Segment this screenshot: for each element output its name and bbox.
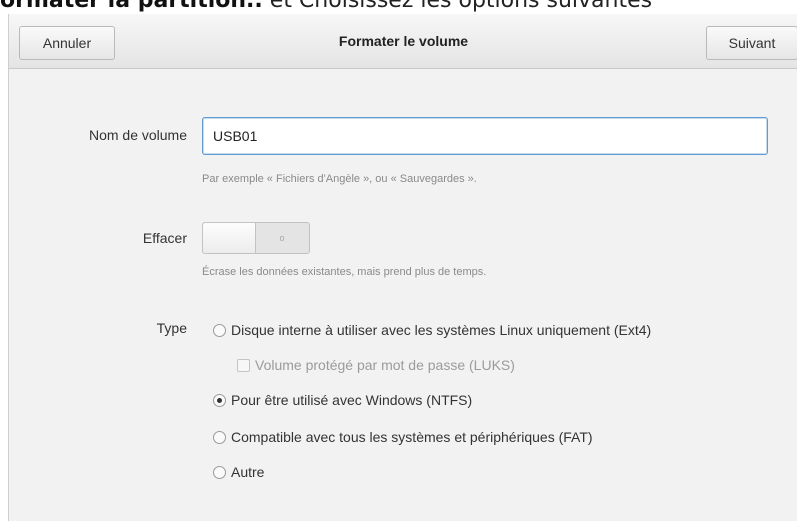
dialog-title: Formater le volume — [338, 33, 469, 49]
radio-ext4[interactable] — [213, 324, 226, 337]
context-heading-rest: et Choisissez les options suivantes — [269, 0, 653, 13]
volume-name-label: Nom de volume — [88, 127, 187, 143]
cancel-button[interactable]: Annuler — [19, 26, 115, 60]
luks-option: Volume protégé par mot de passe (LUKS) — [237, 355, 515, 375]
type-option-other[interactable]: Autre — [213, 462, 264, 482]
type-option-ntfs[interactable]: Pour être utilisé avec Windows (NTFS) — [213, 390, 472, 410]
radio-fat[interactable] — [213, 431, 226, 444]
erase-toggle-knob[interactable] — [203, 223, 256, 253]
type-option-ext4[interactable]: Disque interne à utiliser avec les systè… — [213, 320, 651, 340]
erase-toggle-state: o — [279, 233, 285, 243]
erase-toggle[interactable]: o — [202, 222, 310, 254]
erase-hint: Écrase les données existantes, mais pren… — [202, 266, 487, 278]
radio-ntfs[interactable] — [213, 394, 226, 407]
dialog-headerbar: Annuler Formater le volume Suivant — [9, 14, 797, 69]
erase-label: Effacer — [142, 230, 187, 246]
context-heading: ormater la partition.. et Choisissez les… — [0, 0, 797, 14]
volume-name-hint: Par exemple « Fichiers d'Angèle », ou « … — [202, 173, 477, 185]
type-label: Type — [156, 320, 187, 336]
type-option-fat-label: Compatible avec tous les systèmes et pér… — [231, 429, 593, 445]
format-volume-dialog: Annuler Formater le volume Suivant Nom d… — [8, 14, 797, 521]
type-option-fat[interactable]: Compatible avec tous les systèmes et pér… — [213, 427, 593, 447]
radio-other[interactable] — [213, 466, 226, 479]
type-option-ext4-label: Disque interne à utiliser avec les systè… — [231, 322, 652, 338]
page: ormater la partition.. et Choisissez les… — [0, 0, 797, 521]
checkbox-luks — [237, 359, 250, 372]
context-heading-bold: ormater la partition.. — [0, 0, 263, 13]
type-option-ntfs-label: Pour être utilisé avec Windows (NTFS) — [231, 392, 473, 408]
luks-option-label: Volume protégé par mot de passe (LUKS) — [255, 357, 515, 373]
next-button[interactable]: Suivant — [706, 26, 797, 60]
volume-name-input[interactable] — [202, 117, 768, 155]
type-option-other-label: Autre — [231, 464, 265, 480]
